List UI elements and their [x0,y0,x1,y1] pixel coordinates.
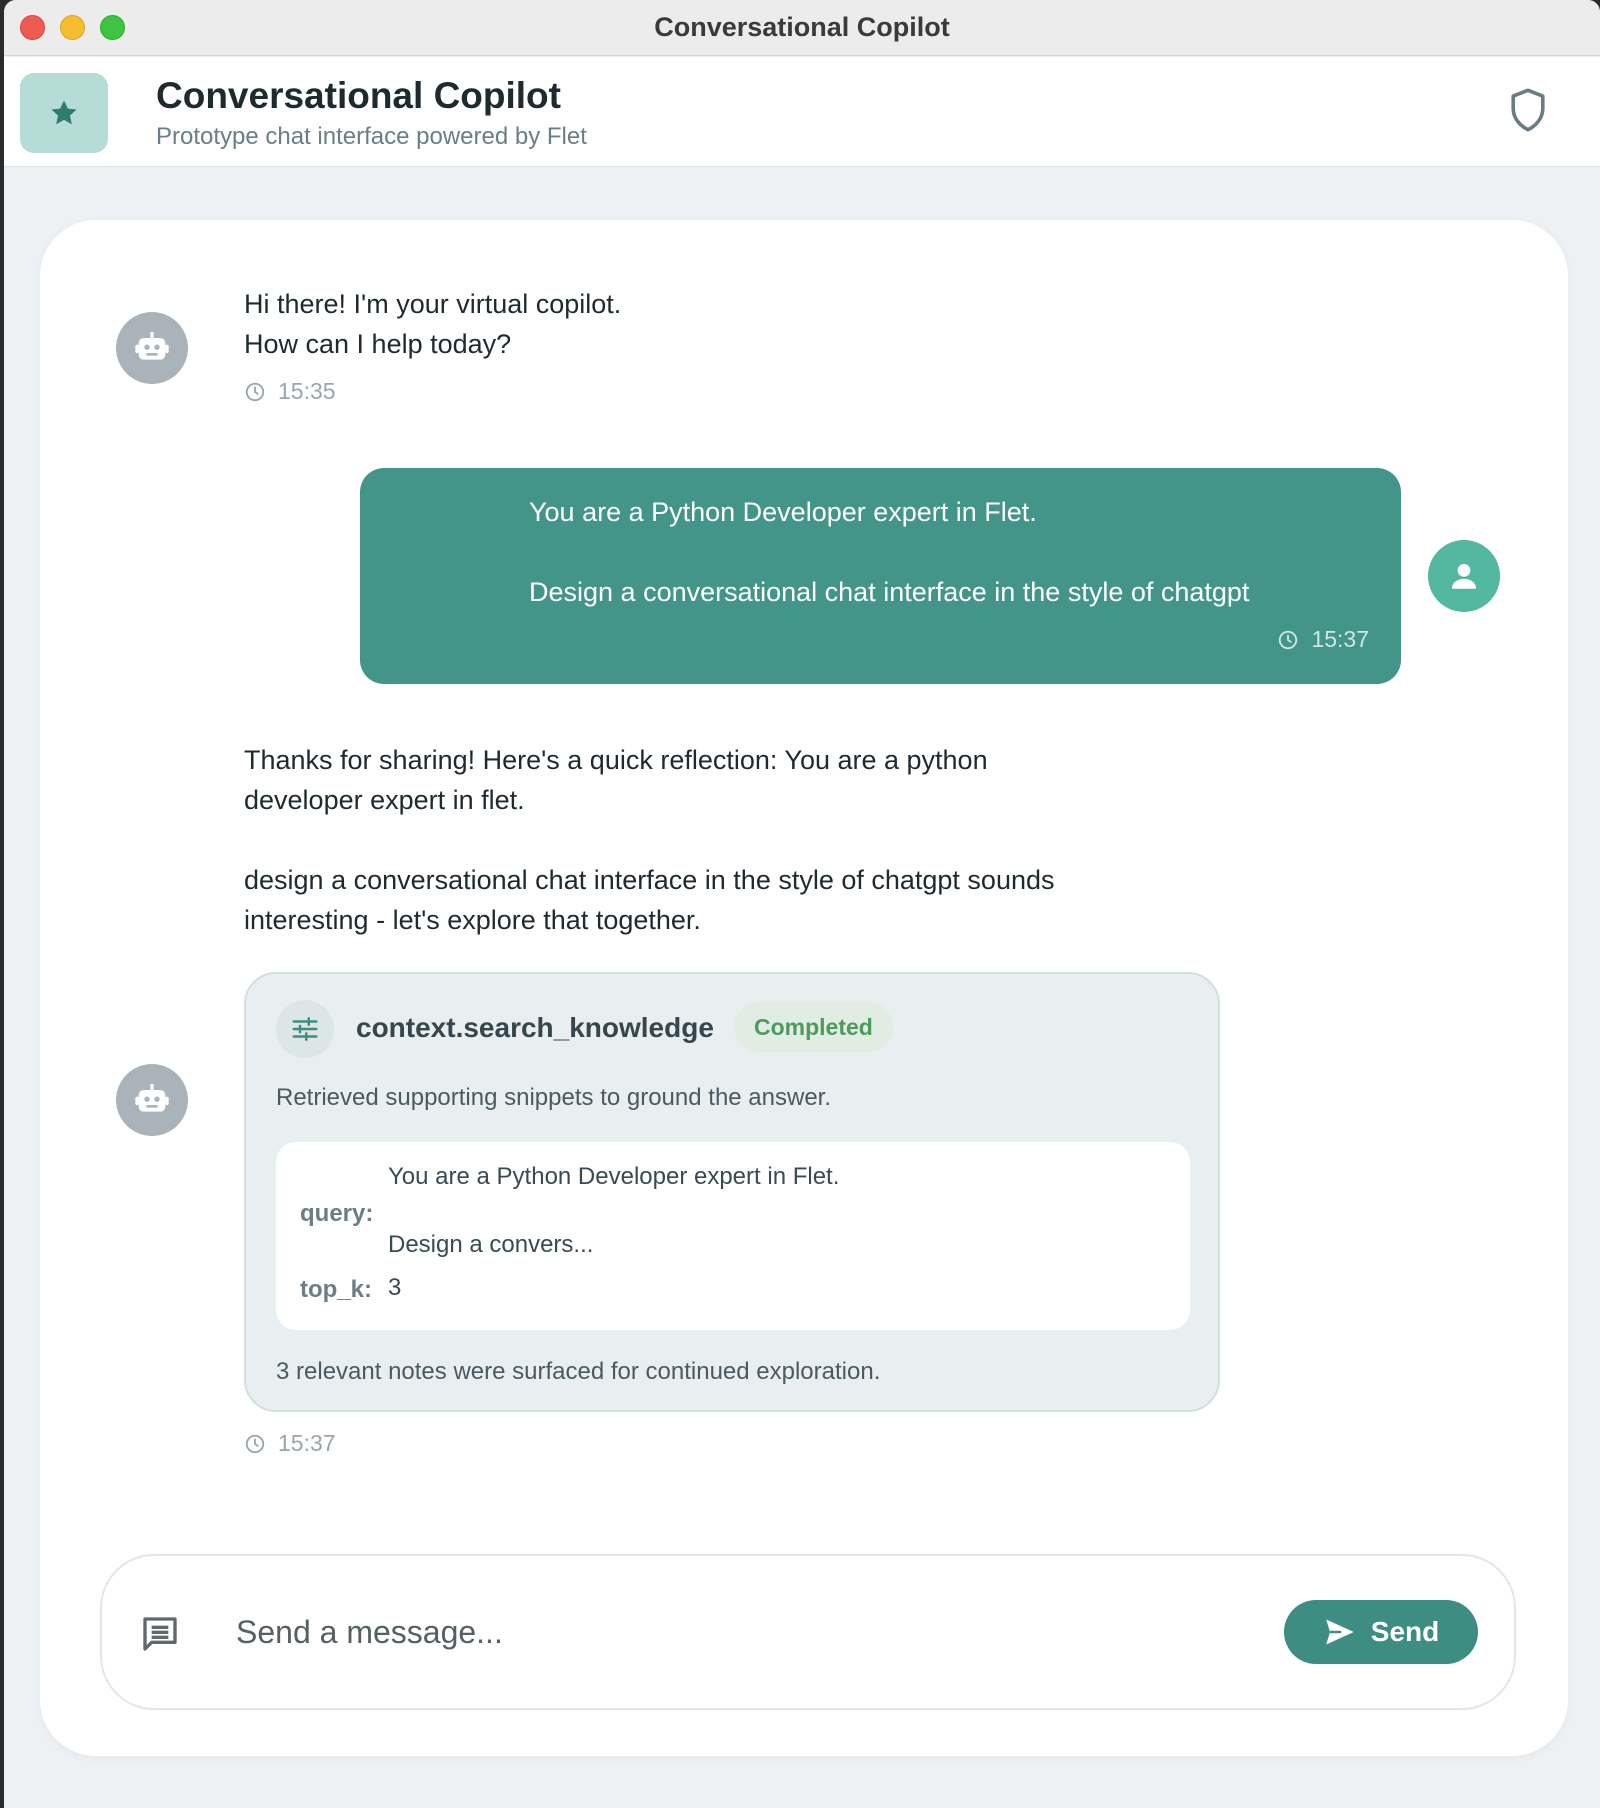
robot-icon [135,332,169,360]
message-timestamp: 15:37 [1277,626,1369,653]
tool-result-summary: 3 relevant notes were surfaced for conti… [276,1358,881,1385]
send-button[interactable]: Send [1284,1600,1478,1664]
chat-panel: Hi there! I'm your virtual copilot. How … [40,220,1568,1756]
window-title: Conversational Copilot [654,12,950,42]
user-message-bubble: You are a Python Developer expert in Fle… [360,468,1401,684]
timestamp-text: 15:37 [278,1430,336,1456]
tool-arguments: query: You are a Python Developer expert… [276,1142,1190,1330]
bot-avatar [116,1064,188,1136]
timestamp-text: 15:37 [1311,626,1369,652]
clock-icon [1279,630,1298,649]
arg-key-query: query: [300,1200,374,1227]
app-subtitle: Prototype chat interface powered by Flet [156,123,587,150]
message-icon [143,1617,177,1651]
assistant-message-text: Hi there! I'm your virtual copilot. How … [244,289,622,359]
message-timestamp: 15:37 [244,1430,336,1457]
app-header: Conversational Copilot Prototype chat in… [4,57,1600,167]
sliders-icon [292,1017,318,1041]
robot-icon [135,1084,169,1112]
send-icon [1326,1619,1354,1645]
title-bar: Conversational Copilot [4,0,1600,56]
message-timestamp: 15:35 [244,378,336,405]
app-title: Conversational Copilot [156,75,561,116]
clock-icon [245,1434,265,1453]
arg-key-top-k: top_k: [300,1276,372,1303]
star-icon [51,100,77,125]
app-window: Conversational Copilot Conversational Co… [4,0,1600,1808]
user-message-text: You are a Python Developer expert in Fle… [529,497,1250,607]
app-logo [20,73,108,153]
bot-avatar [116,312,188,384]
arg-value-top-k: 3 [388,1274,402,1301]
message-composer: Send [100,1554,1516,1710]
user-avatar [1428,540,1500,612]
send-button-label: Send [1370,1616,1440,1647]
tool-name: context.search_knowledge [356,1012,714,1043]
tool-description: Retrieved supporting snippets to ground … [276,1084,832,1111]
tool-icon-container [276,1000,334,1058]
assistant-message-text: Thanks for sharing! Here's a quick refle… [244,745,1055,935]
arg-value-query: You are a Python Developer expert in Fle… [388,1163,840,1258]
message-input[interactable] [236,1600,1236,1664]
timestamp-text: 15:35 [278,378,336,404]
tool-call-card[interactable]: context.search_knowledge Completed Retri… [244,972,1220,1412]
clock-icon [245,382,265,401]
status-badge: Completed [734,1002,893,1052]
person-icon [1451,563,1477,589]
shield-icon[interactable] [1508,87,1548,133]
